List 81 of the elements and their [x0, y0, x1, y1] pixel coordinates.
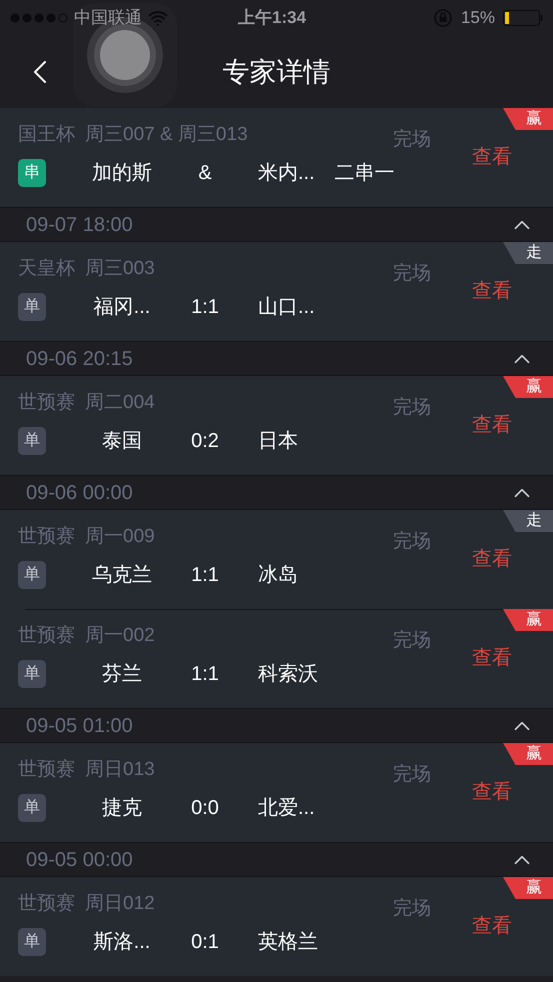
league-name: 世预赛 — [18, 624, 75, 648]
match-score: 1:1 — [191, 563, 219, 588]
bet-type-label: 单 — [18, 427, 46, 455]
away-team: 山口... — [258, 295, 315, 320]
match-status: 完场 — [393, 530, 431, 554]
away-team: 冰岛 — [258, 563, 298, 588]
match-status: 完场 — [393, 629, 431, 653]
match-date: 09-05 00:00 — [26, 848, 133, 872]
bet-type-label: 串 — [18, 159, 46, 187]
match-score: 1:1 — [191, 295, 219, 320]
league-name: 世预赛 — [18, 524, 75, 549]
date-header[interactable]: 09-05 01:00 — [0, 708, 553, 743]
date-header[interactable]: 09-06 20:15 — [0, 341, 553, 376]
date-header[interactable]: 09-07 18:00 — [0, 207, 553, 242]
home-team: 乌克兰 — [92, 563, 152, 588]
home-team: 泰国 — [102, 429, 142, 454]
result-label: 赢 — [503, 376, 553, 398]
view-button[interactable]: 查看 — [472, 276, 512, 306]
league-name: 国王杯 — [18, 122, 75, 147]
result-label: 走 — [503, 242, 553, 264]
match-status: 完场 — [393, 128, 431, 152]
view-button[interactable]: 查看 — [472, 911, 512, 941]
result-label: 赢 — [503, 743, 553, 765]
result-label: 赢 — [503, 108, 553, 130]
battery-percentage: 15% — [460, 7, 495, 30]
match-number: 周一002 — [85, 624, 155, 648]
bet-type-label: 单 — [18, 794, 46, 822]
view-button[interactable]: 查看 — [472, 544, 512, 574]
home-team: 福冈... — [94, 295, 150, 320]
date-header[interactable]: 09-06 00:00 — [0, 475, 553, 510]
date-header[interactable]: 09-05 00:00 — [0, 842, 553, 877]
bet-type-label: 单 — [18, 928, 46, 956]
match-score: 0:1 — [191, 930, 219, 955]
league-name: 世预赛 — [18, 390, 75, 415]
match-number: 周日013 — [85, 758, 155, 782]
match-date: 09-07 18:00 — [26, 212, 133, 238]
page-title: 专家详情 — [222, 56, 330, 89]
match-number: 周日012 — [85, 892, 155, 916]
bet-type-label: 单 — [18, 660, 46, 688]
status-time: 上午1:34 — [238, 7, 306, 30]
parlay-type: 二串一 — [334, 161, 395, 186]
view-button[interactable]: 查看 — [472, 410, 512, 440]
home-team: 加的斯 — [92, 161, 152, 186]
away-team: 米内... — [258, 161, 315, 186]
home-team: 捷克 — [102, 796, 142, 821]
away-team: 英格兰 — [258, 930, 318, 955]
match-number: 周三007 & 周三013 — [85, 122, 248, 147]
match-number: 周三003 — [85, 256, 155, 281]
league-name: 天皇杯 — [18, 256, 75, 281]
view-button[interactable]: 查看 — [472, 643, 512, 673]
away-team: 北爱... — [258, 796, 315, 821]
view-button[interactable]: 查看 — [472, 777, 512, 807]
match-score: 1:1 — [191, 662, 219, 687]
bet-type-label: 单 — [18, 293, 46, 321]
match-date: 09-05 01:00 — [26, 714, 133, 738]
battery-icon — [503, 10, 543, 26]
result-label: 走 — [503, 510, 553, 532]
match-status: 完场 — [393, 396, 431, 420]
match-number: 周一009 — [85, 524, 155, 549]
result-label: 赢 — [503, 609, 553, 631]
away-team: 日本 — [258, 429, 298, 454]
match-number: 周二004 — [85, 390, 155, 415]
match-date: 09-06 00:00 — [26, 480, 133, 506]
carrier-name: 中国联通 — [74, 7, 142, 30]
match-status: 完场 — [393, 897, 431, 921]
home-team: 芬兰 — [102, 662, 142, 687]
league-name: 世预赛 — [18, 758, 75, 782]
bet-type-label: 单 — [18, 561, 46, 589]
match-status: 完场 — [393, 763, 431, 787]
home-team: 斯洛... — [94, 930, 150, 955]
result-label: 赢 — [503, 877, 553, 899]
league-name: 世预赛 — [18, 892, 75, 916]
match-date: 09-06 20:15 — [26, 346, 133, 372]
match-status: 完场 — [393, 262, 431, 286]
away-team: 科索沃 — [258, 662, 318, 687]
view-button[interactable]: 查看 — [472, 142, 512, 172]
match-score: 0:0 — [191, 796, 219, 821]
wifi-icon — [148, 8, 168, 28]
match-score: & — [198, 161, 212, 186]
match-score: 0:2 — [191, 429, 219, 454]
assistive-touch-button[interactable] — [73, 3, 177, 107]
